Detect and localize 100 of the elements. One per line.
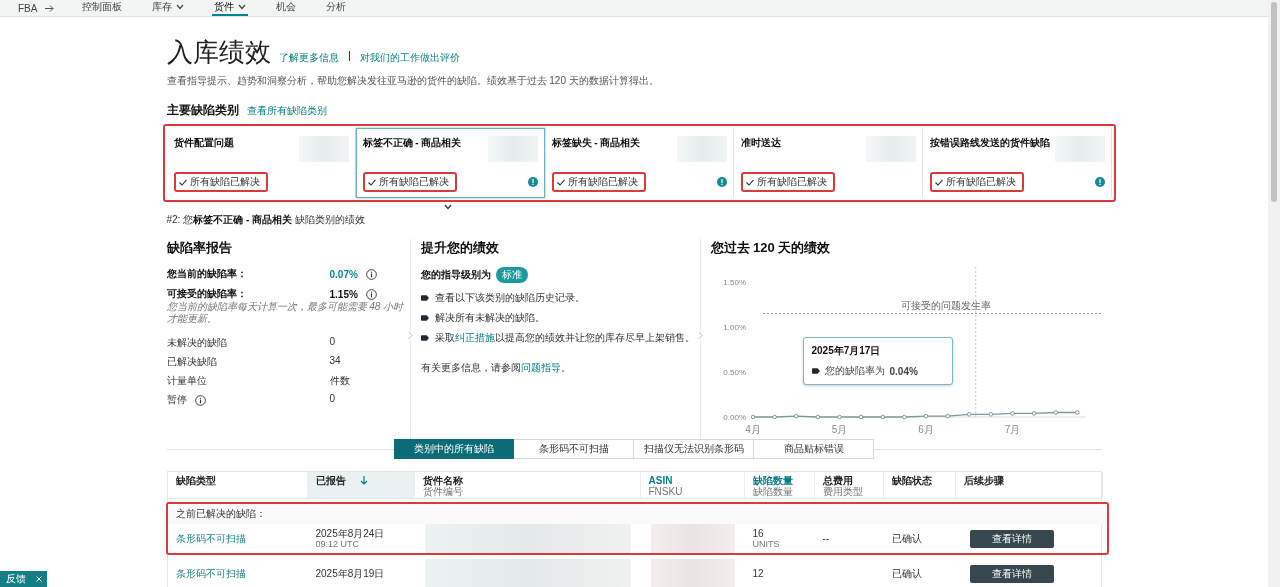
data-point[interactable] <box>1031 411 1036 416</box>
stat-label: 计量单位 <box>166 374 207 388</box>
card-title: 按错误路线发送的货件缺陷 <box>929 136 1050 150</box>
data-point[interactable] <box>879 414 885 420</box>
filter-tab[interactable]: 商品贴标错误 <box>754 439 874 459</box>
data-point[interactable] <box>815 414 820 420</box>
rate-label: 您当前的缺陷率： <box>166 267 248 281</box>
chevron-right-icon[interactable] <box>407 331 413 340</box>
card-title: 准时送达 <box>740 136 781 150</box>
category-card[interactable]: 按错误路线发送的货件缺陷 所有缺陷已解决 <box>922 128 1112 198</box>
data-point[interactable] <box>836 414 842 420</box>
category-card[interactable]: 标签缺失 - 商品相关 所有缺陷已解决 <box>544 128 734 198</box>
axis-label: 6月 <box>917 424 934 435</box>
rate-value: 1.15% <box>329 288 359 300</box>
redacted-block <box>676 136 727 162</box>
filter-tab[interactable]: 类别中的所有缺陷 <box>394 439 514 459</box>
view-details-button[interactable]: 查看详情 <box>969 564 1054 583</box>
data-point[interactable] <box>923 413 928 419</box>
card-title: 标签缺失 - 商品相关 <box>551 136 641 150</box>
filter-tab[interactable]: 扫描仪无法识别条形码 <box>634 439 754 459</box>
data-point[interactable] <box>771 414 777 420</box>
redacted-block <box>298 136 349 162</box>
axis-label: 4月 <box>744 424 761 435</box>
data-point[interactable] <box>1009 411 1015 416</box>
column-header[interactable]: 货件名称 货件编号 <box>414 472 641 498</box>
view-all-link[interactable]: 查看所有缺陷类别 <box>246 104 327 118</box>
filter-tab[interactable]: 条形码不可扫描 <box>514 439 634 459</box>
more-info-text: 有关更多信息，请参阅问题指导。 <box>420 361 572 375</box>
status-text: 所有缺陷已解决 <box>189 175 260 189</box>
data-point[interactable] <box>750 414 755 420</box>
column-header[interactable]: 缺陷数量 缺陷数量 <box>744 472 815 498</box>
stat-value: 0 <box>329 336 337 349</box>
data-point[interactable] <box>988 412 993 417</box>
check-icon <box>556 178 565 186</box>
selection-caption: #2: 您标签不正确 - 商品相关 缺陷类别的绩效 <box>166 213 366 227</box>
status-value: 已确认 <box>890 568 923 579</box>
reported-date: 2025年8月24日 <box>315 527 386 539</box>
data-point[interactable] <box>793 413 799 419</box>
guidance-link[interactable]: 问题指导 <box>520 362 561 373</box>
category-card[interactable]: 货件配置问题 所有缺陷已解决 <box>166 128 356 198</box>
data-point[interactable] <box>1052 410 1058 415</box>
nav-item[interactable]: 货件 <box>212 0 249 16</box>
data-point[interactable] <box>858 414 863 420</box>
info-icon[interactable] <box>194 394 206 406</box>
info-icon[interactable] <box>365 268 377 280</box>
column-header[interactable]: 总费用 费用类型 <box>814 472 884 498</box>
stat-value: 件数 <box>329 374 351 388</box>
corrective-action-link[interactable]: 纠正措施 <box>454 332 495 343</box>
axis-label: 1.00% <box>722 323 746 332</box>
fee-value: -- <box>821 533 831 544</box>
arrow-right-icon <box>45 4 55 12</box>
category-card[interactable]: 准时送达 所有缺陷已解决 <box>733 128 923 198</box>
category-card[interactable]: 标签不正确 - 商品相关 所有缺陷已解决 <box>355 128 545 198</box>
page-title: 入库绩效 <box>166 36 271 69</box>
column-header[interactable]: ASIN FNSKU <box>640 472 745 498</box>
page-description: 查看指导提示、趋势和洞察分析，帮助您解决发往亚马逊的货件的缺陷。绩效基于过去 120 天的数据计算得出。 <box>166 74 660 88</box>
data-point[interactable] <box>1074 410 1080 415</box>
bullet-icon <box>420 295 429 301</box>
column-header[interactable]: 缺陷状态 <box>883 472 956 498</box>
bullet-icon <box>420 315 429 321</box>
bullet-icon <box>811 368 820 374</box>
view-details-button[interactable]: 查看详情 <box>969 529 1054 548</box>
close-icon[interactable] <box>36 576 42 582</box>
stat-label: 已解决缺陷 <box>166 355 217 369</box>
nav-root-link[interactable]: FBA <box>18 2 38 14</box>
defect-type-link[interactable]: 条形码不可扫描 <box>167 533 308 544</box>
nav-item[interactable]: 分析 <box>324 0 349 16</box>
axis-label: 5月 <box>831 424 847 435</box>
feedback-button[interactable]: 反馈 <box>0 571 47 587</box>
chevron-right-icon[interactable] <box>697 331 703 340</box>
reported-time: 09:12 UTC <box>315 538 360 550</box>
chevron-down-icon <box>444 204 453 210</box>
nav-item[interactable]: 机会 <box>274 0 299 16</box>
info-icon[interactable] <box>365 288 377 300</box>
section-title: 主要缺陷类别 <box>166 102 239 119</box>
scrollbar-thumb[interactable] <box>1271 2 1277 202</box>
data-point[interactable] <box>901 414 907 420</box>
stat-label: 未解决的缺陷 <box>166 336 227 350</box>
defect-type-link[interactable]: 条形码不可扫描 <box>167 568 308 579</box>
data-point[interactable] <box>966 412 972 417</box>
check-icon <box>178 178 187 186</box>
status-value: 已确认 <box>890 533 923 544</box>
column-header[interactable]: 缺陷类型 <box>167 472 308 498</box>
tooltip-value: 0.04% <box>889 365 918 377</box>
data-point[interactable] <box>944 413 950 419</box>
card-title: 货件配置问题 <box>173 136 234 150</box>
status-text: 所有缺陷已解决 <box>945 175 1016 189</box>
nav-item[interactable]: 库存 <box>150 0 187 16</box>
scrollbar[interactable] <box>1268 0 1280 587</box>
nav-item[interactable]: 控制面板 <box>80 0 125 16</box>
learn-more-link[interactable]: 了解更多信息 <box>278 51 339 65</box>
status-text: 所有缺陷已解决 <box>567 175 638 189</box>
axis-label: 0.00% <box>722 413 746 422</box>
feedback-link[interactable]: 对我们的工作做出评价 <box>359 51 460 65</box>
level-label: 您的指导级别为 <box>420 268 491 282</box>
redacted-block <box>1054 136 1105 162</box>
column-header[interactable]: 已报告 <box>307 472 415 498</box>
column-header[interactable]: 后续步骤 <box>955 472 1103 498</box>
chart-title: 您过去 120 天的绩效 <box>710 239 832 257</box>
caret-icon <box>176 4 185 10</box>
